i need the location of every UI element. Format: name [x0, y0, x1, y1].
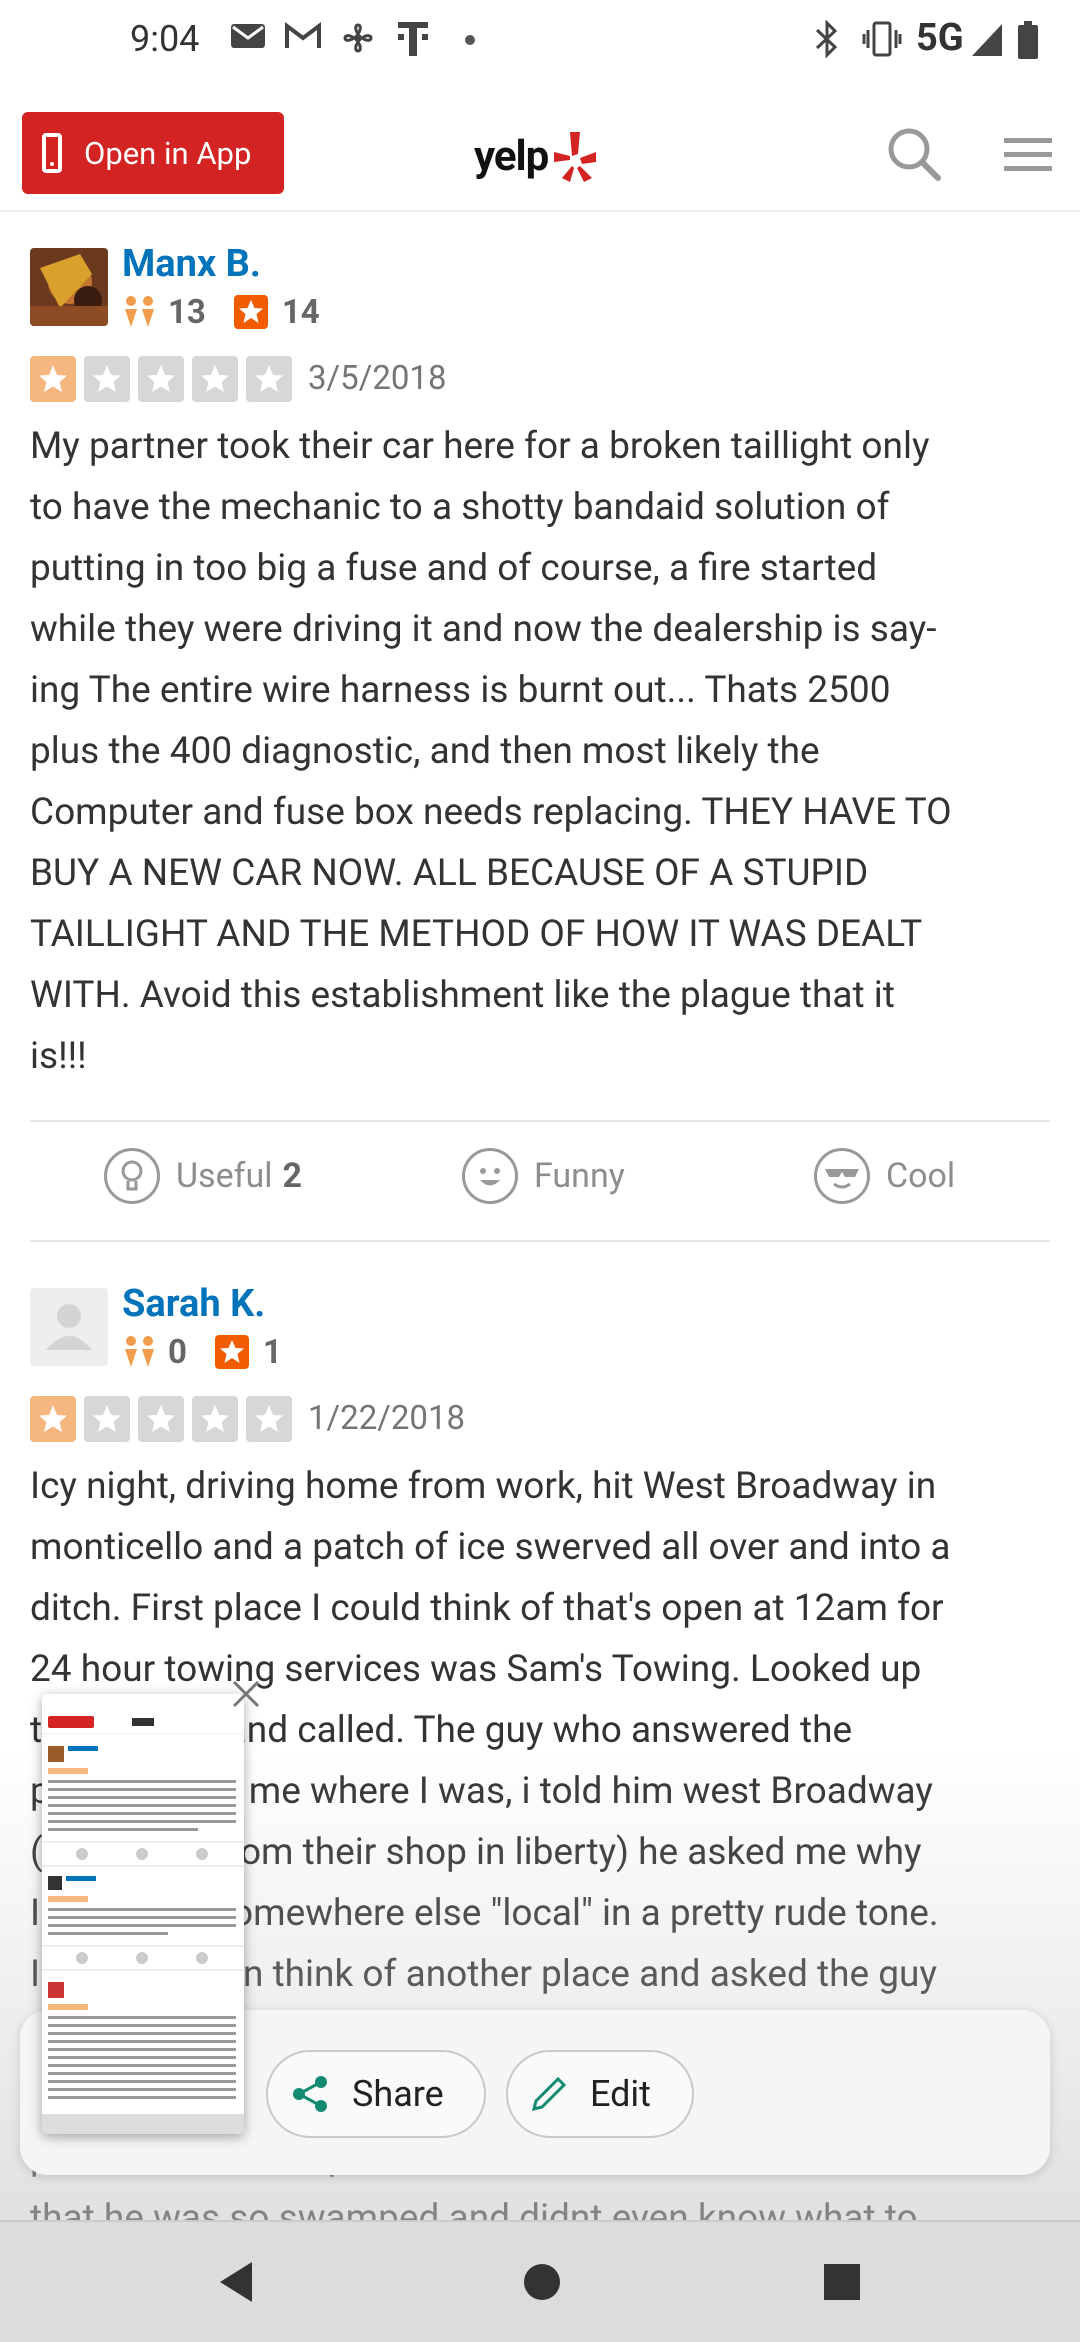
star-icon [138, 1396, 184, 1442]
dot-icon [465, 35, 475, 45]
bluetooth-icon [815, 20, 838, 58]
user-name[interactable]: Sarah K. [122, 1282, 265, 1326]
back-icon[interactable] [216, 2260, 256, 2304]
user-name[interactable]: Manx B. [122, 242, 261, 286]
star-icon [192, 356, 238, 402]
star-icon [138, 356, 184, 402]
home-icon[interactable] [522, 2262, 562, 2302]
yelp-logo-text: yelp [474, 131, 549, 181]
review-count: 14 [281, 292, 320, 332]
edit-button[interactable]: Edit [506, 2050, 694, 2138]
user-stats: 0 1 [122, 1332, 282, 1372]
battery-icon [1018, 21, 1038, 59]
network-type: 5G [916, 16, 964, 60]
review-date: 3/5/2018 [308, 359, 447, 398]
star-icon [246, 1396, 292, 1442]
status-bar: 9:04 5G [0, 0, 1080, 82]
search-icon[interactable] [884, 124, 944, 184]
share-button[interactable]: Share [266, 2050, 486, 2138]
review-count: 1 [262, 1332, 282, 1372]
recents-icon[interactable] [822, 2262, 862, 2302]
funny-button[interactable]: Funny [462, 1148, 625, 1204]
smiley-icon [462, 1148, 518, 1204]
menu-icon[interactable] [1004, 136, 1052, 174]
star-rating [30, 356, 300, 402]
avatar[interactable] [30, 248, 108, 326]
friends-icon [125, 296, 154, 327]
reviews-count-icon [233, 295, 268, 329]
gmail-icon [285, 22, 321, 48]
cool-button[interactable]: Cool [814, 1148, 955, 1204]
mail-icon [231, 24, 265, 48]
useful-label: Useful [176, 1156, 273, 1196]
avatar[interactable] [30, 1288, 108, 1366]
useful-count: 2 [282, 1156, 302, 1196]
review-vote-bar: Useful 2 Funny Cool [30, 1120, 1050, 1242]
thumbnail-preview-image [42, 1694, 244, 2134]
system-nav-bar [0, 2220, 1080, 2342]
tmobile-icon [398, 22, 428, 56]
signal-icon [972, 24, 1002, 56]
close-icon[interactable] [226, 1674, 266, 1714]
review-text: My partner took their car here for a bro… [30, 425, 952, 1078]
review-date: 1/22/2018 [308, 1399, 466, 1438]
status-time: 9:04 [130, 18, 200, 60]
vibrate-icon [862, 21, 902, 57]
star-icon [192, 1396, 238, 1442]
edit-label: Edit [590, 2073, 651, 2115]
star-rating [30, 1396, 300, 1442]
screenshot-thumbnail[interactable] [42, 1694, 244, 2134]
fan-icon [343, 23, 373, 53]
share-icon [293, 2076, 327, 2112]
star-icon [246, 356, 292, 402]
funny-label: Funny [534, 1156, 625, 1196]
star-icon [30, 356, 76, 402]
open-in-app-button[interactable]: Open in App [22, 112, 284, 194]
open-in-app-label: Open in App [84, 134, 252, 172]
star-icon [84, 1396, 130, 1442]
user-stats: 13 14 [122, 292, 320, 332]
reviews-count-icon [214, 1335, 249, 1369]
friends-count: 0 [168, 1332, 187, 1372]
friends-count: 13 [168, 292, 206, 332]
app-header: Open in App yelp [0, 100, 1080, 212]
lightbulb-icon [104, 1148, 160, 1204]
sunglasses-icon [814, 1148, 870, 1204]
friends-icon [125, 1336, 154, 1367]
star-icon [84, 356, 130, 402]
pencil-icon [531, 2076, 567, 2112]
yelp-burst-icon [554, 132, 597, 182]
share-label: Share [352, 2073, 444, 2115]
star-icon [30, 1396, 76, 1442]
cool-label: Cool [886, 1156, 956, 1196]
phone-icon [42, 133, 62, 173]
useful-button[interactable]: Useful 2 [104, 1148, 302, 1204]
yelp-logo[interactable]: yelp [474, 124, 598, 188]
